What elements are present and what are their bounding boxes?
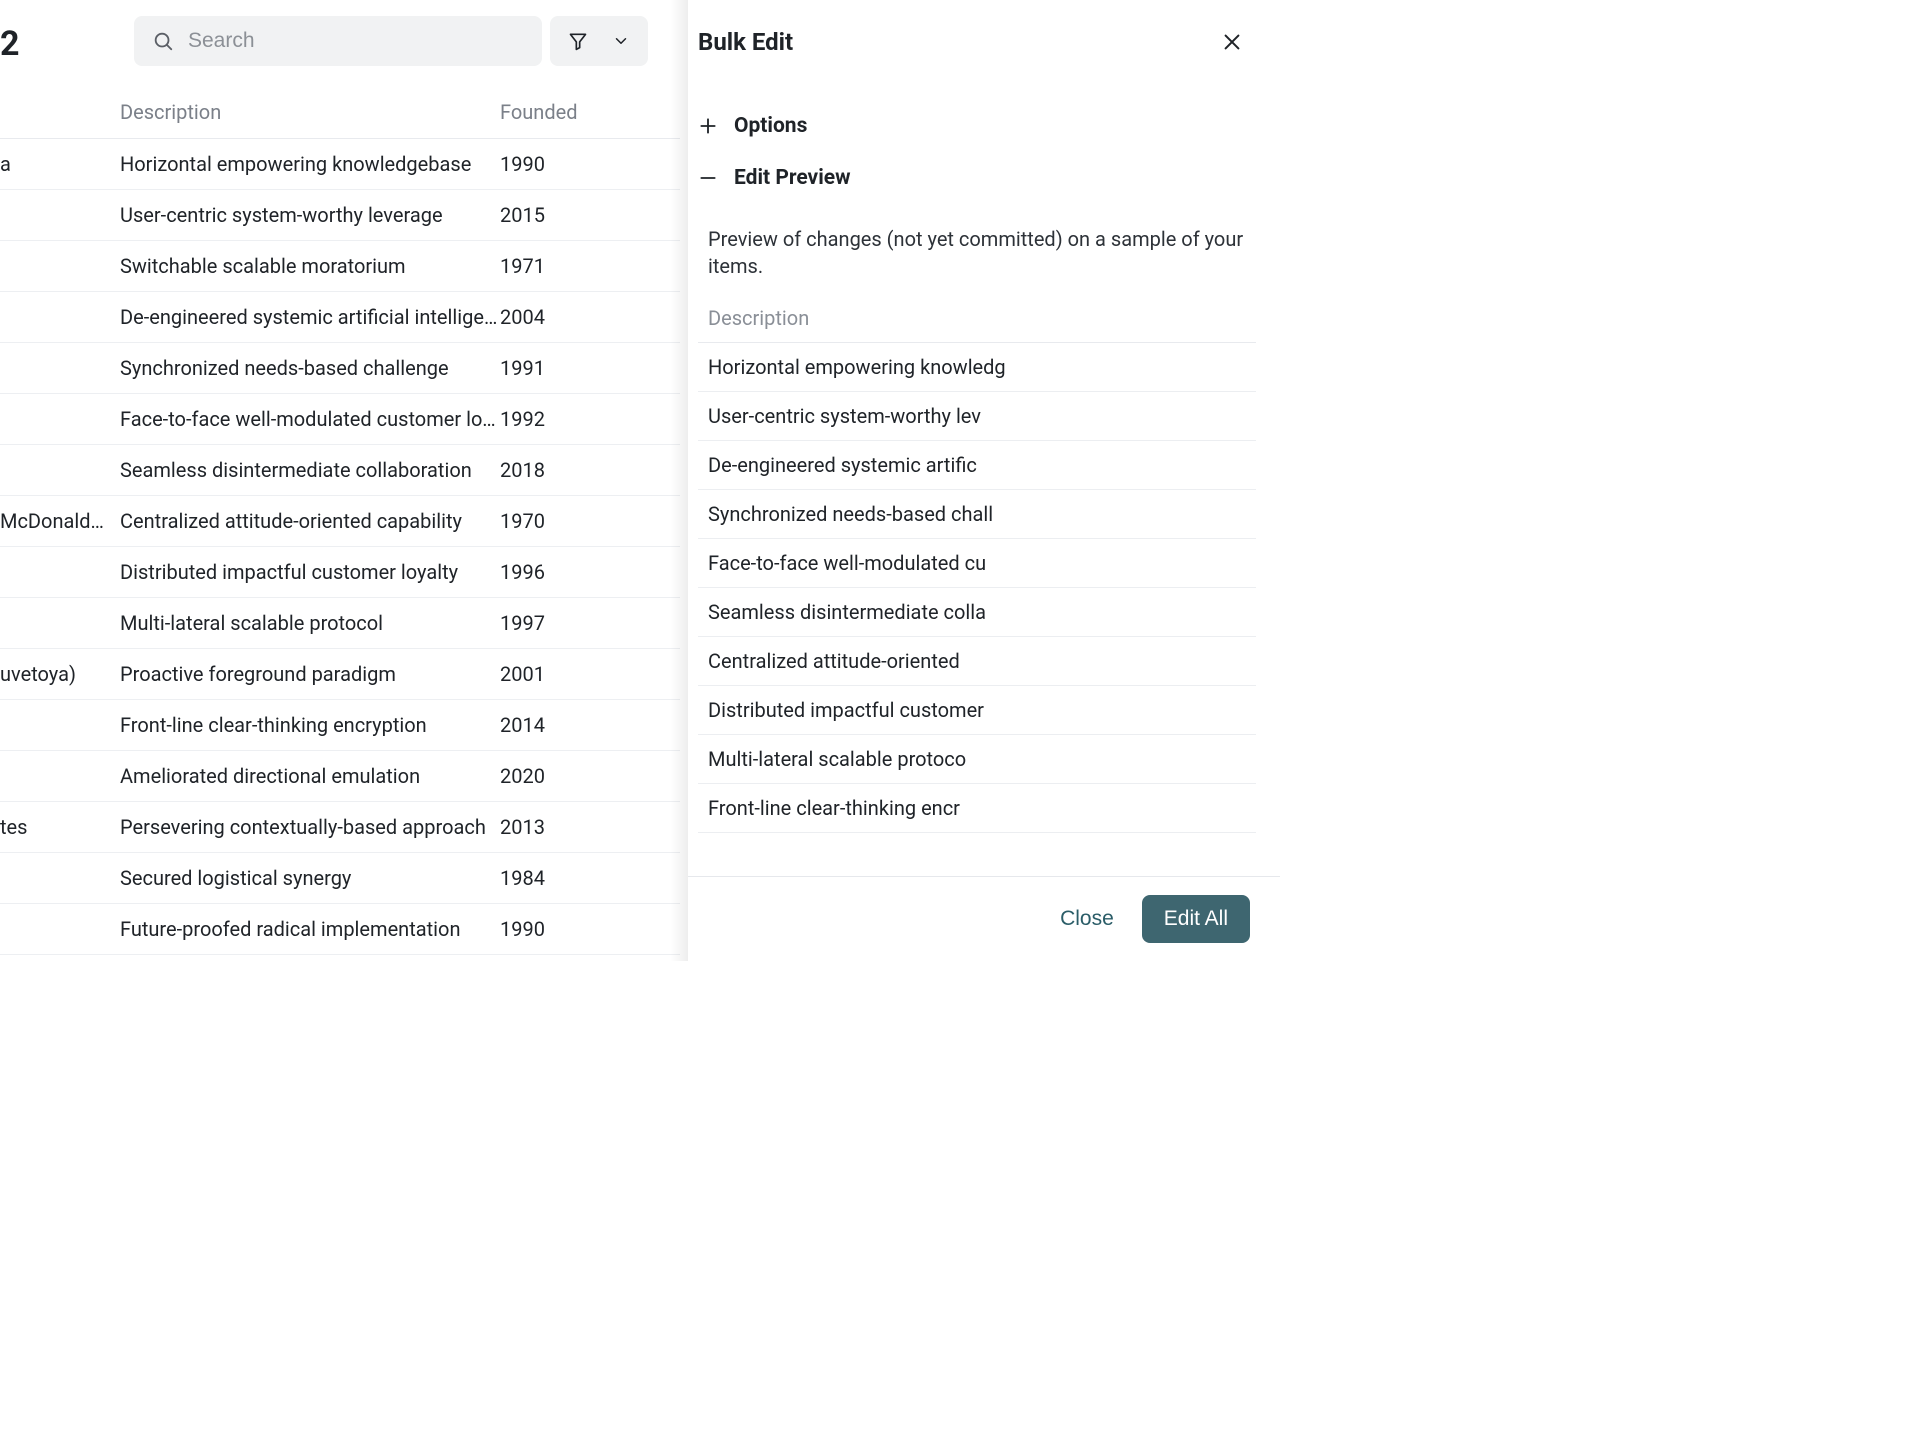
preview-row: Horizontal empowering knowledg bbox=[698, 343, 1256, 392]
close-footer-button[interactable]: Close bbox=[1060, 907, 1114, 931]
table-row[interactable]: Ameliorated directional emulation2020 bbox=[0, 751, 680, 802]
cell-founded: 2001 bbox=[500, 662, 620, 686]
table-row[interactable]: Future-proofed radical implementation199… bbox=[0, 904, 680, 955]
cell-founded: 1990 bbox=[500, 917, 620, 941]
cell-name: a bbox=[0, 152, 120, 176]
cell-description: Proactive foreground paradigm bbox=[120, 662, 500, 686]
panel-body: Options Edit Preview Preview of changes … bbox=[688, 80, 1280, 876]
cell-founded: 1970 bbox=[500, 509, 620, 533]
cell-description: Multi-lateral scalable protocol bbox=[120, 611, 500, 635]
cell-founded: 2020 bbox=[500, 764, 620, 788]
cell-founded: 2015 bbox=[500, 203, 620, 227]
cell-founded: 1991 bbox=[500, 356, 620, 380]
preview-row: Seamless disintermediate colla bbox=[698, 588, 1256, 637]
cell-description: Face-to-face well-modulated customer loy… bbox=[120, 407, 500, 431]
column-header-founded[interactable]: Founded bbox=[500, 100, 620, 124]
plus-icon bbox=[698, 116, 718, 136]
cell-description: Ameliorated directional emulation bbox=[120, 764, 500, 788]
table-row[interactable]: Secured logistical synergy1984 bbox=[0, 853, 680, 904]
table-row[interactable]: Face-to-face well-modulated customer loy… bbox=[0, 394, 680, 445]
main-content: 2 Descript bbox=[0, 0, 680, 961]
cell-description: Future-proofed radical implementation bbox=[120, 917, 500, 941]
filter-icon bbox=[568, 31, 588, 51]
toolbar bbox=[134, 16, 648, 66]
cell-founded: 1992 bbox=[500, 407, 620, 431]
data-table: Description Founded aHorizontal empoweri… bbox=[0, 92, 680, 955]
close-button[interactable] bbox=[1214, 24, 1250, 60]
filter-group[interactable] bbox=[550, 16, 648, 66]
cell-founded: 1990 bbox=[500, 152, 620, 176]
preview-row: Synchronized needs-based chall bbox=[698, 490, 1256, 539]
cell-name: uvetoya) bbox=[0, 662, 120, 686]
table-row[interactable]: Seamless disintermediate collaboration20… bbox=[0, 445, 680, 496]
cell-founded: 2018 bbox=[500, 458, 620, 482]
options-section-toggle[interactable]: Options bbox=[698, 100, 1256, 152]
table-row[interactable]: Synchronized needs-based challenge1991 bbox=[0, 343, 680, 394]
preview-row: Multi-lateral scalable protoco bbox=[698, 735, 1256, 784]
panel-header: Bulk Edit bbox=[688, 0, 1280, 80]
preview-column-header: Description bbox=[698, 306, 1256, 343]
bulk-edit-panel: Bulk Edit Options bbox=[688, 0, 1280, 961]
cell-founded: 2004 bbox=[500, 305, 620, 329]
cell-name: tes bbox=[0, 815, 120, 839]
cell-description: Front-line clear-thinking encryption bbox=[120, 713, 500, 737]
close-icon bbox=[1221, 31, 1243, 53]
table-row[interactable]: aHorizontal empowering knowledgebase1990 bbox=[0, 139, 680, 190]
cell-founded: 2014 bbox=[500, 713, 620, 737]
table-row[interactable]: Switchable scalable moratorium1971 bbox=[0, 241, 680, 292]
column-header-description[interactable]: Description bbox=[0, 100, 500, 124]
search-box[interactable] bbox=[134, 16, 542, 66]
preview-hint: Preview of changes (not yet committed) o… bbox=[708, 226, 1256, 280]
cell-description: De-engineered systemic artificial intell… bbox=[120, 305, 500, 329]
table-row[interactable]: De-engineered systemic artificial intell… bbox=[0, 292, 680, 343]
panel-title: Bulk Edit bbox=[698, 28, 793, 56]
cell-founded: 2013 bbox=[500, 815, 620, 839]
cell-founded: 1984 bbox=[500, 866, 620, 890]
table-row[interactable]: Front-line clear-thinking encryption2014 bbox=[0, 700, 680, 751]
preview-row: Distributed impactful customer bbox=[698, 686, 1256, 735]
cell-founded: 1997 bbox=[500, 611, 620, 635]
table-row[interactable]: tesPersevering contextually-based approa… bbox=[0, 802, 680, 853]
cell-description: Persevering contextually-based approach bbox=[120, 815, 500, 839]
cell-description: Centralized attitude-oriented capability bbox=[120, 509, 500, 533]
table-row[interactable]: Distributed impactful customer loyalty19… bbox=[0, 547, 680, 598]
cell-description: Secured logistical synergy bbox=[120, 866, 500, 890]
preview-row: Centralized attitude-oriented bbox=[698, 637, 1256, 686]
table-row[interactable]: User-centric system-worthy leverage2015 bbox=[0, 190, 680, 241]
minus-icon bbox=[698, 168, 718, 188]
cell-description: Switchable scalable moratorium bbox=[120, 254, 500, 278]
preview-row: Face-to-face well-modulated cu bbox=[698, 539, 1256, 588]
page-title: 2 bbox=[0, 24, 20, 64]
table-row[interactable]: McDonald…Centralized attitude-oriented c… bbox=[0, 496, 680, 547]
cell-description: Seamless disintermediate collaboration bbox=[120, 458, 500, 482]
table-row[interactable]: uvetoya)Proactive foreground paradigm200… bbox=[0, 649, 680, 700]
edit-preview-section-toggle[interactable]: Edit Preview bbox=[698, 152, 1256, 204]
options-label: Options bbox=[734, 114, 807, 138]
edit-all-button[interactable]: Edit All bbox=[1142, 895, 1250, 943]
cell-founded: 1971 bbox=[500, 254, 620, 278]
chevron-down-icon bbox=[612, 32, 630, 50]
cell-founded: 1996 bbox=[500, 560, 620, 584]
search-input[interactable] bbox=[188, 29, 524, 53]
cell-description: Horizontal empowering knowledgebase bbox=[120, 152, 500, 176]
preview-row: User-centric system-worthy lev bbox=[698, 392, 1256, 441]
edit-preview-label: Edit Preview bbox=[734, 166, 851, 190]
panel-footer: Close Edit All bbox=[688, 876, 1280, 961]
cell-description: User-centric system-worthy leverage bbox=[120, 203, 500, 227]
cell-name: McDonald… bbox=[0, 509, 120, 533]
preview-row: De-engineered systemic artific bbox=[698, 441, 1256, 490]
panel-shadow bbox=[670, 0, 690, 961]
table-header: Description Founded bbox=[0, 92, 680, 139]
preview-row: Front-line clear-thinking encr bbox=[698, 784, 1256, 833]
cell-description: Distributed impactful customer loyalty bbox=[120, 560, 500, 584]
cell-description: Synchronized needs-based challenge bbox=[120, 356, 500, 380]
search-icon bbox=[152, 30, 174, 52]
table-row[interactable]: Multi-lateral scalable protocol1997 bbox=[0, 598, 680, 649]
